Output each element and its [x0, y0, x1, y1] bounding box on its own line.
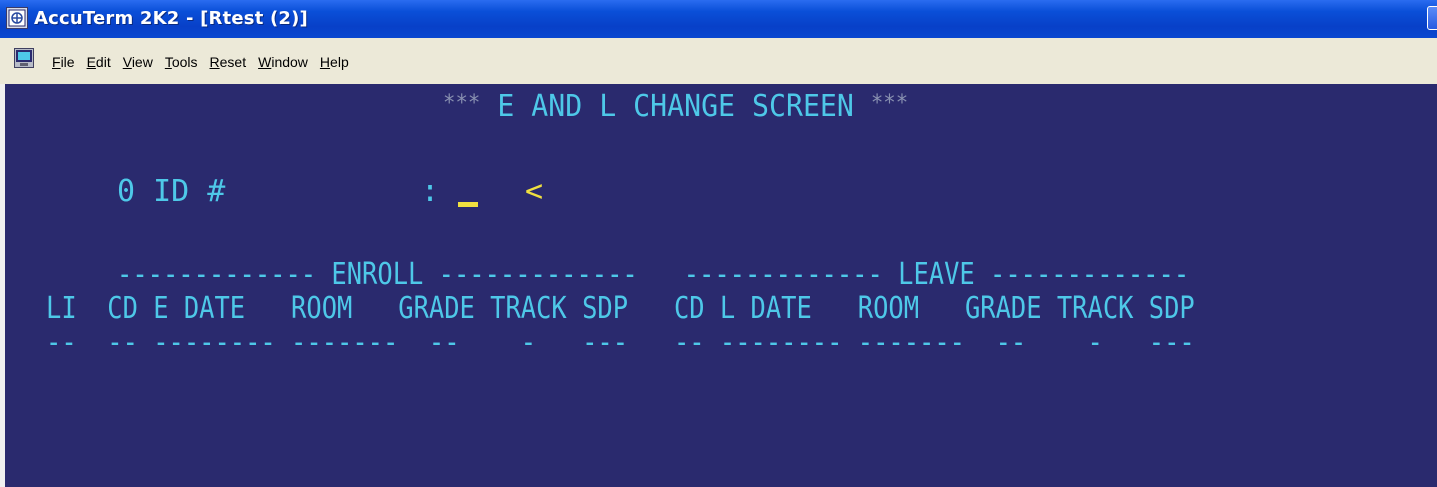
title-bar: AccuTerm 2K2 - [Rtest (2)] [0, 0, 1437, 39]
id-label: 0 ID # [117, 174, 226, 209]
menu-item-tools[interactable]: Tools [159, 54, 204, 70]
menu-item-reset[interactable]: Reset [204, 54, 253, 70]
column-header-line: LI CD E DATE ROOM GRADE TRACK SDP CD L D… [46, 291, 1195, 326]
menu-item-help[interactable]: Help [314, 54, 355, 70]
section-header-line: ------------- ENROLL ------------- -----… [117, 257, 1190, 292]
screen-title-text: E AND L CHANGE SCREEN [480, 89, 871, 124]
id-field-marker: < [525, 174, 544, 209]
menu-items: File Edit View Tools Reset Window Help [46, 54, 355, 70]
menu-item-view[interactable]: View [117, 54, 159, 70]
field-dash-line: -- -- -------- ------- -- - --- -- -----… [46, 325, 1195, 360]
window-control-button[interactable] [1427, 6, 1437, 30]
terminal-app-icon[interactable] [6, 7, 28, 29]
session-icon[interactable] [14, 48, 34, 68]
menu-bar: File Edit View Tools Reset Window Help [0, 38, 1437, 85]
screen-title: *** E AND L CHANGE SCREEN *** [443, 89, 908, 122]
menu-item-file[interactable]: File [46, 54, 81, 70]
window-title: AccuTerm 2K2 - [Rtest (2)] [34, 8, 308, 29]
id-colon: : [421, 174, 440, 209]
menu-item-window[interactable]: Window [252, 54, 314, 70]
menu-item-edit[interactable]: Edit [81, 54, 117, 70]
title-stars-right: *** [870, 91, 909, 116]
id-input-cursor[interactable] [458, 202, 478, 207]
terminal-screen[interactable]: *** E AND L CHANGE SCREEN *** 0 ID # : <… [0, 84, 1437, 487]
title-stars-left: *** [443, 91, 481, 116]
